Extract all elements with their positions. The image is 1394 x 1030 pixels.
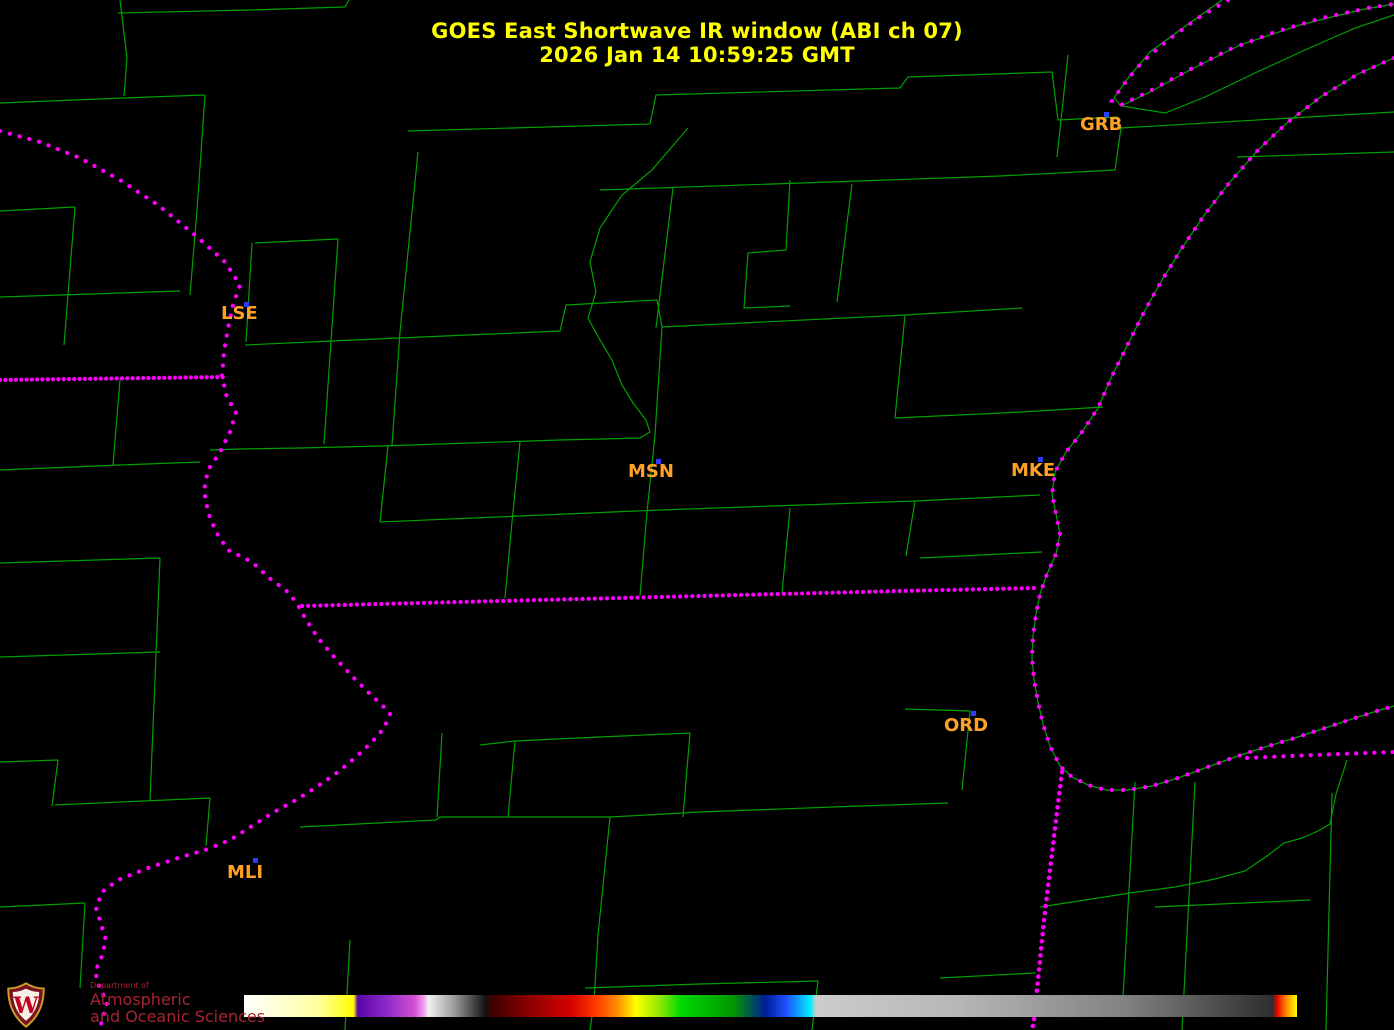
county-line [655, 327, 662, 435]
station-dot-GRB [1104, 112, 1109, 117]
county-line [594, 817, 610, 1002]
county-line [782, 508, 790, 593]
station-label-MKE: MKE [1011, 462, 1055, 480]
station-dot-LSE [244, 302, 249, 307]
county-line [0, 95, 205, 103]
county-line [64, 207, 75, 345]
station-dot-MLI [253, 858, 258, 863]
station-label-GRB: GRB [1080, 116, 1122, 134]
county-line [300, 817, 610, 827]
county-line [55, 798, 210, 805]
county-line [1040, 760, 1347, 907]
county-line [640, 512, 647, 596]
county-line [1326, 793, 1332, 1030]
county-line [400, 152, 418, 332]
map-overlay [0, 0, 1394, 1030]
county-line [380, 446, 388, 522]
county-line [1057, 55, 1068, 157]
station-dot-ORD [971, 711, 976, 716]
station-label-MSN: MSN [628, 463, 674, 481]
goes-satellite-image-viewer: GOES East Shortwave IR window (ABI ch 07… [0, 0, 1394, 1030]
uw-aos-logo: W Department of Atmospheric and Oceanic … [6, 982, 265, 1028]
county-line [895, 315, 905, 418]
county-line [0, 462, 200, 470]
logo-atmospheric: Atmospheric [90, 992, 265, 1008]
logo-text: Department of Atmospheric and Oceanic Sc… [90, 982, 265, 1025]
crest-letter: W [12, 993, 39, 1019]
border-il-in [1032, 772, 1062, 1030]
county-line [744, 180, 790, 308]
county-line [920, 552, 1042, 558]
county-line [512, 442, 520, 522]
county-line [650, 72, 1118, 124]
station-dot-MSN [656, 459, 661, 464]
county-line [330, 300, 1022, 341]
county-line [324, 341, 331, 444]
county-line [837, 184, 852, 302]
shore-lake-michigan [1032, 58, 1394, 790]
county-line [380, 495, 1040, 522]
county-line [1237, 152, 1394, 157]
county-line [255, 239, 338, 243]
border-mississippi-river [0, 131, 390, 1030]
border-mn-ia [0, 377, 225, 380]
county-line [610, 803, 948, 817]
county-line [0, 760, 58, 762]
county-line [246, 243, 252, 342]
county-line [437, 733, 442, 817]
county-line [480, 733, 690, 745]
county-line [113, 380, 120, 465]
border-in-mi [1247, 752, 1394, 758]
county-line [1122, 782, 1135, 1015]
county-line [206, 798, 210, 846]
county-line [245, 341, 332, 345]
county-line [331, 239, 338, 341]
county-line [408, 124, 650, 131]
county-line [150, 558, 160, 800]
county-line [585, 981, 818, 988]
state-borders [0, 0, 1394, 1030]
county-line [0, 558, 160, 563]
uw-crest-icon: W [6, 982, 46, 1028]
station-label-LSE: LSE [221, 305, 258, 323]
county-line [0, 903, 85, 907]
county-line [895, 407, 1103, 418]
logo-department-of: Department of [90, 982, 265, 990]
county-line [508, 741, 515, 817]
image-title-block: GOES East Shortwave IR window (ABI ch 07… [0, 19, 1394, 67]
county-line [392, 332, 400, 445]
border-wi-il [302, 588, 1037, 606]
county-line [1155, 900, 1310, 907]
county-line [600, 112, 1394, 190]
county-line [118, 7, 345, 13]
logo-oceanic-sciences: and Oceanic Sciences [90, 1009, 265, 1025]
temperature-colorbar [244, 995, 1297, 1017]
county-line [0, 291, 180, 297]
county-line [210, 128, 688, 450]
image-title: GOES East Shortwave IR window (ABI ch 07… [0, 19, 1394, 43]
county-line [80, 903, 85, 988]
county-line [0, 652, 160, 657]
county-line [52, 760, 58, 806]
county-line [906, 501, 915, 556]
station-label-MLI: MLI [227, 864, 263, 882]
county-line [683, 733, 690, 817]
county-line [505, 522, 512, 598]
county-line [0, 207, 75, 211]
station-label-ORD: ORD [944, 717, 988, 735]
county-line [190, 95, 205, 295]
county-line [940, 973, 1035, 978]
county-line [345, 0, 349, 7]
station-dot-MKE [1038, 457, 1043, 462]
image-timestamp: 2026 Jan 14 10:59:25 GMT [0, 43, 1394, 67]
